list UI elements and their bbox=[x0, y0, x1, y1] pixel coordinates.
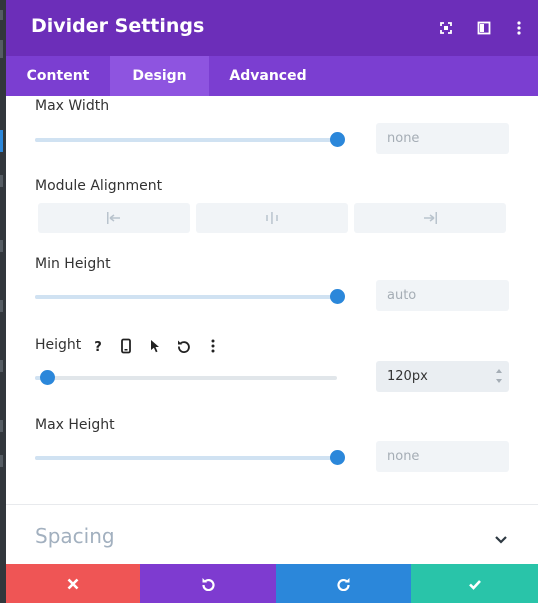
slider-handle[interactable] bbox=[40, 370, 56, 385]
stepper-icon bbox=[496, 369, 502, 383]
tab-design[interactable]: Design bbox=[110, 56, 209, 96]
modal-header: Divider Settings bbox=[6, 0, 538, 56]
chevron-down-icon[interactable] bbox=[494, 530, 508, 549]
align-right-icon bbox=[424, 212, 437, 224]
section-divider bbox=[6, 504, 538, 505]
split-view-icon[interactable] bbox=[476, 20, 492, 36]
undo-button[interactable] bbox=[140, 564, 276, 603]
cursor-icon[interactable] bbox=[144, 335, 166, 357]
align-center-button[interactable] bbox=[196, 203, 348, 233]
slider-fill bbox=[35, 456, 337, 460]
mobile-icon[interactable] bbox=[115, 335, 137, 357]
module-alignment-label: Module Alignment bbox=[35, 178, 163, 194]
reset-icon[interactable] bbox=[173, 335, 195, 357]
tab-content[interactable]: Content bbox=[6, 56, 110, 96]
slider-handle[interactable] bbox=[330, 132, 345, 147]
min-height-slider[interactable] bbox=[35, 289, 345, 304]
more-vertical-icon[interactable] bbox=[511, 20, 527, 36]
redo-icon bbox=[336, 578, 350, 591]
max-height-input[interactable]: none bbox=[376, 441, 509, 472]
cancel-button[interactable] bbox=[6, 564, 140, 603]
slider-fill bbox=[35, 295, 337, 299]
height-label: Height bbox=[35, 337, 82, 353]
more-vertical-icon[interactable] bbox=[202, 335, 224, 357]
height-input[interactable]: 120px bbox=[376, 361, 509, 392]
align-center-icon bbox=[266, 212, 278, 224]
settings-tabs: Content Design Advanced bbox=[6, 56, 538, 96]
check-icon bbox=[468, 580, 481, 590]
align-left-icon bbox=[107, 212, 120, 224]
close-icon bbox=[67, 578, 79, 590]
max-height-slider[interactable] bbox=[35, 450, 345, 465]
slider-fill bbox=[35, 138, 337, 142]
max-width-slider[interactable] bbox=[35, 132, 345, 147]
save-button[interactable] bbox=[411, 564, 538, 603]
help-icon[interactable]: ? bbox=[87, 335, 109, 357]
max-width-input[interactable]: none bbox=[376, 123, 509, 154]
slider-handle[interactable] bbox=[330, 450, 345, 465]
height-slider[interactable] bbox=[35, 370, 337, 385]
slider-handle[interactable] bbox=[330, 289, 345, 304]
align-left-button[interactable] bbox=[38, 203, 190, 233]
modal-title: Divider Settings bbox=[31, 15, 205, 37]
divider-settings-modal: Divider Settings Content Design Advanced… bbox=[6, 0, 538, 603]
fullscreen-icon[interactable] bbox=[438, 20, 454, 36]
max-height-label: Max Height bbox=[35, 417, 115, 433]
min-height-label: Min Height bbox=[35, 256, 111, 272]
min-height-input[interactable]: auto bbox=[376, 280, 509, 311]
max-width-label: Max Width bbox=[35, 98, 110, 114]
tab-advanced[interactable]: Advanced bbox=[209, 56, 327, 96]
spacing-section-title[interactable]: Spacing bbox=[35, 524, 115, 548]
settings-panel: Max Width none Module Alignment Min Heig… bbox=[6, 96, 538, 564]
svg-text:?: ? bbox=[94, 340, 102, 354]
align-right-button[interactable] bbox=[354, 203, 506, 233]
undo-icon bbox=[202, 578, 215, 591]
height-value: 120px bbox=[387, 369, 428, 384]
modal-footer bbox=[6, 564, 538, 603]
redo-button[interactable] bbox=[276, 564, 411, 603]
